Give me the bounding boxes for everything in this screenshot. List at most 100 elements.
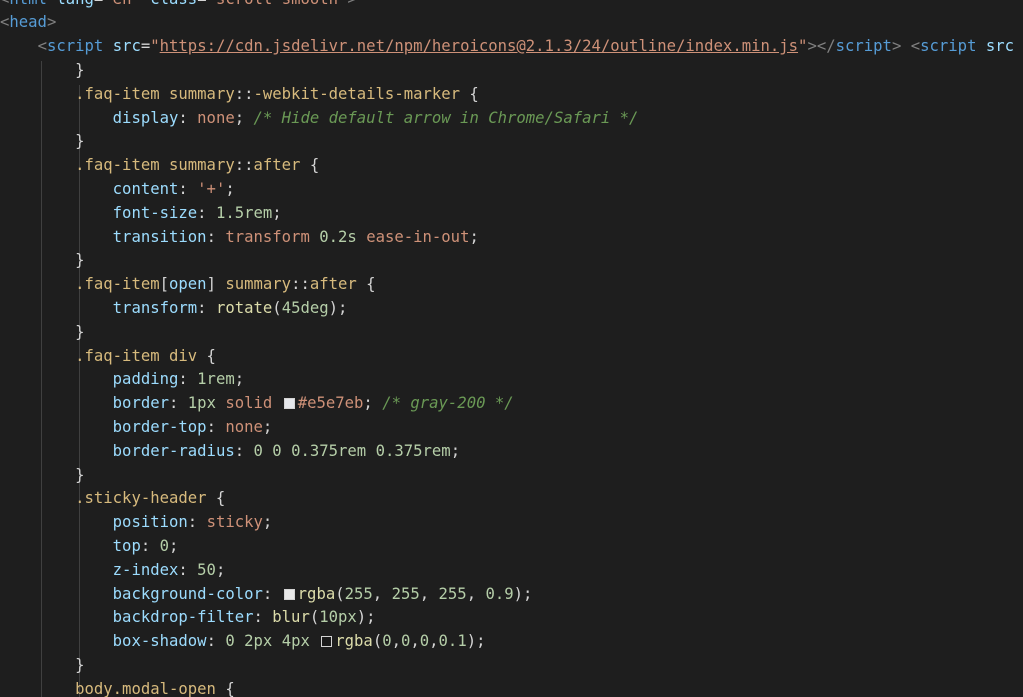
- code-token: '+': [197, 179, 226, 198]
- code-line[interactable]: background-color: rgba(255, 255, 255, 0.…: [0, 583, 533, 607]
- code-line[interactable]: padding: 1rem;: [0, 368, 244, 392]
- code-token: body: [75, 679, 113, 697]
- code-token: :: [197, 203, 216, 222]
- code-token: .sticky-header: [75, 489, 207, 508]
- code-token: ;: [215, 560, 226, 579]
- code-token: script: [46, 37, 104, 56]
- code-token: :: [253, 608, 273, 627]
- code-line[interactable]: .faq-item div {: [0, 345, 216, 369]
- code-token: -webkit-details-marker: [253, 84, 461, 103]
- code-line[interactable]: display: none; /* Hide default arrow in …: [0, 107, 639, 131]
- code-token: ;: [225, 179, 235, 198]
- code-token: );: [513, 584, 533, 603]
- code-token: ": [150, 37, 160, 56]
- code-token: :: [187, 513, 207, 532]
- code-token: 4px: [281, 632, 310, 651]
- code-line[interactable]: }: [0, 464, 84, 488]
- code-line[interactable]: border: 1px solid #e5e7eb; /* gray-200 *…: [0, 392, 514, 416]
- code-token: =: [94, 0, 103, 8]
- code-token: font-size: [112, 203, 198, 222]
- code-token: );: [328, 298, 348, 317]
- code-token: 255: [391, 584, 420, 603]
- code-line[interactable]: top: 0;: [0, 535, 179, 559]
- code-editor[interactable]: <html lang="en" class="scroll-smooth"><h…: [0, 0, 1023, 697]
- code-token: ,: [419, 584, 439, 603]
- code-line[interactable]: transform: rotate(45deg);: [0, 297, 348, 321]
- code-token: }: [75, 60, 85, 79]
- code-line[interactable]: .faq-item summary::after {: [0, 154, 319, 178]
- code-token: {: [356, 275, 376, 294]
- code-token: rgba: [297, 584, 336, 603]
- code-line[interactable]: box-shadow: 0 2px 4px rgba(0,0,0,0.1);: [0, 630, 486, 654]
- code-line[interactable]: .faq-item[open] summary::after {: [0, 273, 376, 297]
- code-token: ;: [262, 417, 273, 436]
- code-token: 1px: [187, 394, 216, 413]
- code-token: 0.375rem: [291, 441, 367, 460]
- code-token: summary: [169, 84, 235, 103]
- code-line[interactable]: z-index: 50;: [0, 559, 226, 583]
- code-token: 0: [400, 632, 411, 651]
- code-token: none: [225, 417, 263, 436]
- code-token: :: [234, 441, 254, 460]
- code-token: "scroll-smooth": [207, 0, 348, 8]
- code-token: :: [178, 560, 198, 579]
- code-token: summary: [225, 275, 292, 294]
- color-swatch-icon[interactable]: [321, 636, 333, 648]
- code-line[interactable]: border-top: none;: [0, 416, 273, 440]
- code-line[interactable]: body.modal-open {: [0, 678, 235, 697]
- code-line[interactable]: <head>: [0, 11, 56, 35]
- code-token: {: [215, 679, 235, 697]
- code-token: );: [356, 608, 376, 627]
- code-token: background-color: [112, 584, 263, 603]
- color-swatch-icon[interactable]: [283, 398, 295, 410]
- code-line[interactable]: }: [0, 130, 84, 154]
- color-swatch-icon[interactable]: [283, 588, 295, 600]
- code-token: (: [272, 298, 282, 317]
- code-token: 50: [197, 560, 216, 579]
- code-token: ,: [466, 584, 486, 603]
- code-line[interactable]: backdrop-filter: blur(10px);: [0, 606, 376, 630]
- code-token: transform: [112, 298, 198, 317]
- code-token: backdrop-filter: [112, 608, 254, 627]
- code-token: 0: [382, 632, 392, 651]
- code-line[interactable]: <html lang="en" class="scroll-smooth">: [0, 0, 357, 11]
- code-token: ;: [363, 394, 383, 413]
- code-token: :: [178, 179, 198, 198]
- code-token: {: [460, 84, 479, 103]
- code-line[interactable]: }: [0, 321, 84, 345]
- code-line[interactable]: }: [0, 59, 85, 83]
- code-line[interactable]: }: [0, 654, 85, 678]
- code-token: {: [197, 346, 216, 365]
- code-line[interactable]: transition: transform 0.2s ease-in-out;: [0, 226, 479, 250]
- code-line[interactable]: font-size: 1.5rem;: [0, 202, 282, 226]
- code-token: 255: [344, 584, 373, 603]
- code-line[interactable]: <script src="https://cdn.jsdelivr.net/np…: [0, 35, 1014, 59]
- code-token: 2px: [244, 632, 273, 651]
- code-token: 0: [159, 536, 170, 555]
- code-line[interactable]: .faq-item summary::-webkit-details-marke…: [0, 83, 479, 107]
- code-token: {: [300, 156, 320, 175]
- code-line[interactable]: content: '+';: [0, 178, 235, 202]
- code-line[interactable]: border-radius: 0 0 0.375rem 0.375rem;: [0, 440, 460, 464]
- code-line[interactable]: }: [0, 249, 84, 273]
- code-line[interactable]: position: sticky;: [0, 511, 273, 535]
- code-line[interactable]: .sticky-header {: [0, 487, 225, 511]
- code-token: }: [75, 655, 85, 674]
